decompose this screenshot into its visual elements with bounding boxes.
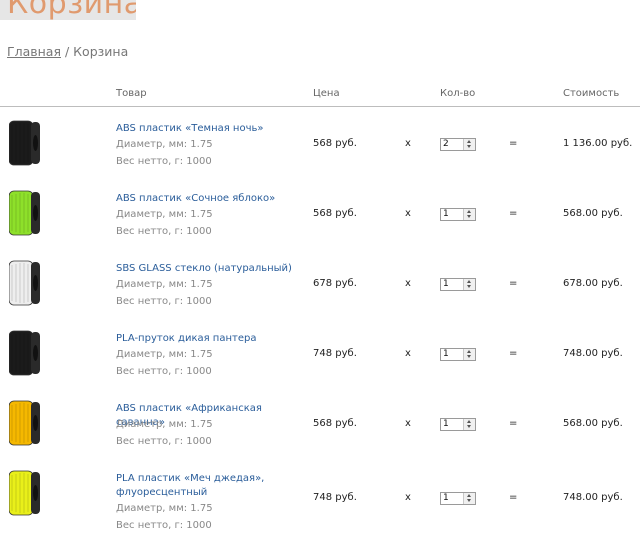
cart-row: PLA пластик «Меч джедая», флуоресцентный… [0,459,640,531]
product-name-link[interactable]: SBS GLASS стекло (натуральный) [116,262,296,276]
quantity-value[interactable]: 1 [443,493,449,504]
quantity-stepper[interactable]: 1 [440,278,476,291]
product-diameter: Диаметр, мм: 1.75 [116,349,213,360]
unit-price: 678 руб. [313,278,357,289]
quantity-value[interactable]: 2 [443,139,449,150]
unit-price: 568 руб. [313,138,357,149]
column-header-product: Товар [116,88,147,99]
product-weight: Вес нетто, г: 1000 [116,226,212,237]
breadcrumb-current: Корзина [73,44,129,59]
column-header-price: Цена [313,88,340,99]
quantity-stepper[interactable]: 1 [440,348,476,361]
product-diameter: Диаметр, мм: 1.75 [116,419,213,430]
equals-sign: = [509,278,518,289]
equals-sign: = [509,418,518,429]
quantity-value[interactable]: 1 [443,349,449,360]
unit-price: 568 руб. [313,208,357,219]
column-header-cost: Стоимость [563,88,620,99]
breadcrumb: Главная / Корзина [7,44,128,59]
quantity-value[interactable]: 1 [443,419,449,430]
product-name-link[interactable]: PLA пластик «Меч джедая», флуоресцентный [116,472,296,500]
spinner-arrows-icon[interactable] [463,419,475,430]
line-total: 1 136.00 руб. [563,138,633,149]
quantity-stepper[interactable]: 1 [440,208,476,221]
quantity-value[interactable]: 1 [443,279,449,290]
product-weight: Вес нетто, г: 1000 [116,156,212,167]
filament-spool-image[interactable] [9,469,41,517]
quantity-stepper[interactable]: 2 [440,138,476,151]
filament-spool-image[interactable] [9,119,41,167]
equals-sign: = [509,138,518,149]
cart-row: PLA-пруток дикая пантера Диаметр, мм: 1.… [0,319,640,389]
equals-sign: = [509,348,518,359]
product-diameter: Диаметр, мм: 1.75 [116,209,213,220]
product-name-link[interactable]: ABS пластик «Темная ночь» [116,122,296,136]
product-diameter: Диаметр, мм: 1.75 [116,139,213,150]
filament-spool-image[interactable] [9,329,41,377]
line-total: 748.00 руб. [563,492,623,503]
cart-row: SBS GLASS стекло (натуральный) Диаметр, … [0,249,640,319]
spinner-arrows-icon[interactable] [463,209,475,220]
line-total: 568.00 руб. [563,418,623,429]
logo-text: Корзина [7,0,136,20]
multiply-sign: x [405,348,411,359]
breadcrumb-home-link[interactable]: Главная [7,44,61,59]
spinner-arrows-icon[interactable] [463,493,475,504]
breadcrumb-separator: / [61,44,74,59]
multiply-sign: x [405,138,411,149]
cart-table-header: Товар Цена Кол-во Стоимость [0,88,640,107]
product-weight: Вес нетто, г: 1000 [116,296,212,307]
line-total: 678.00 руб. [563,278,623,289]
product-diameter: Диаметр, мм: 1.75 [116,503,213,514]
multiply-sign: x [405,492,411,503]
quantity-stepper[interactable]: 1 [440,418,476,431]
product-name-link[interactable]: ABS пластик «Сочное яблоко» [116,192,296,206]
quantity-value[interactable]: 1 [443,209,449,220]
filament-spool-image[interactable] [9,259,41,307]
filament-spool-image[interactable] [9,399,41,447]
line-total: 568.00 руб. [563,208,623,219]
spinner-arrows-icon[interactable] [463,349,475,360]
filament-spool-image[interactable] [9,189,41,237]
unit-price: 568 руб. [313,418,357,429]
unit-price: 748 руб. [313,492,357,503]
unit-price: 748 руб. [313,348,357,359]
column-header-qty: Кол-во [440,88,476,99]
product-weight: Вес нетто, г: 1000 [116,520,212,531]
spinner-arrows-icon[interactable] [463,279,475,290]
product-diameter: Диаметр, мм: 1.75 [116,279,213,290]
line-total: 748.00 руб. [563,348,623,359]
multiply-sign: x [405,208,411,219]
cart-row: ABS пластик «Сочное яблоко» Диаметр, мм:… [0,179,640,249]
equals-sign: = [509,492,518,503]
product-weight: Вес нетто, г: 1000 [116,366,212,377]
quantity-stepper[interactable]: 1 [440,492,476,505]
product-name-link[interactable]: PLA-пруток дикая пантера [116,332,296,346]
equals-sign: = [509,208,518,219]
multiply-sign: x [405,418,411,429]
cart-row: ABS пластик «Африканская саванна» Диамет… [0,389,640,459]
spinner-arrows-icon[interactable] [463,139,475,150]
cart-row: ABS пластик «Темная ночь» Диаметр, мм: 1… [0,109,640,179]
multiply-sign: x [405,278,411,289]
product-weight: Вес нетто, г: 1000 [116,436,212,447]
site-logo[interactable]: Корзина [0,0,136,20]
